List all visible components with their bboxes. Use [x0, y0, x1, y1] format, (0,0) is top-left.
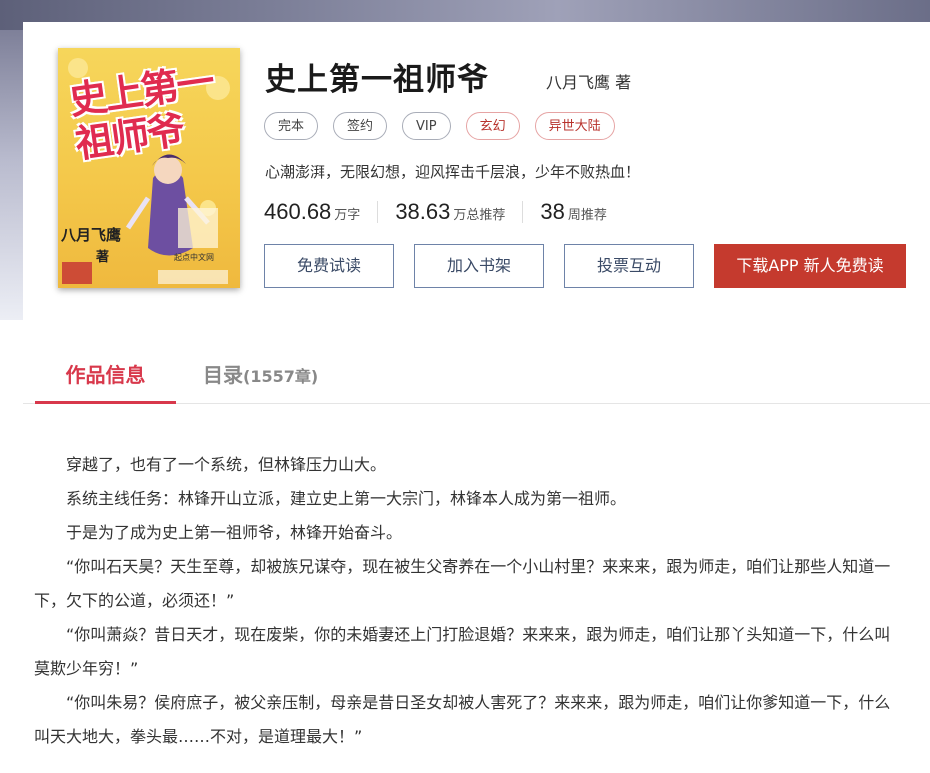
download-app-button[interactable]: 下载APP 新人免费读	[714, 244, 906, 288]
cover-publisher-art: 起点中文网	[174, 253, 214, 262]
tab-work-info[interactable]: 作品信息	[35, 347, 176, 404]
book-cover[interactable]: 史上第一祖师爷 八月飞鹰 著 起点中文网	[58, 48, 240, 288]
tag-list: 完本 签约 VIP 玄幻 异世大陆	[264, 112, 615, 140]
tag-signed: 签约	[333, 112, 388, 140]
book-description: 穿越了，也有了一个系统，但林锋压力山大。 系统主线任务：林锋开山立派，建立史上第…	[34, 448, 904, 754]
side-banner	[0, 30, 23, 320]
description-paragraph: “你叫朱易？侯府庶子，被父亲压制，母亲是昔日圣女却被人害死了？来来来，跟为师走，…	[34, 693, 891, 746]
tag-subcategory[interactable]: 异世大陆	[534, 112, 615, 140]
book-stats: 460.68 万字 38.63 万总推荐 38 周推荐	[264, 199, 607, 225]
tag-category[interactable]: 玄幻	[465, 112, 520, 140]
book-author[interactable]: 八月飞鹰 著	[546, 69, 631, 93]
action-bar: 免费试读 加入书架 投票互动 下载APP 新人免费读	[264, 244, 906, 288]
tab-toc-count: (1557章)	[243, 367, 319, 386]
description-paragraph: “你叫石天昊？天生至尊，却被族兄谋夺，现在被生父寄养在一个小山村里？来来来，跟为…	[34, 557, 891, 610]
tab-bar: 作品信息 目录(1557章)	[23, 347, 930, 404]
cover-zhu-art: 著	[96, 250, 110, 265]
description-paragraph: 穿越了，也有了一个系统，但林锋压力山大。	[66, 455, 387, 474]
stat-unit: 万字	[334, 208, 361, 223]
book-intro: 心潮澎湃，无限幻想，迎风挥击千层浪，少年不败热血！	[265, 163, 641, 181]
book-page: 史上第一祖师爷 八月飞鹰 著 起点中文网 史上第一祖师爷 八月飞鹰 著 完本 签…	[23, 22, 930, 773]
description-paragraph: “你叫萧焱？昔日天才，现在废柴，你的未婚妻还上门打脸退婚？来来来，跟为师走，咱们…	[34, 625, 891, 678]
stat-week-recommend: 38 周推荐	[540, 199, 607, 225]
description-paragraph: 系统主线任务：林锋开山立派，建立史上第一大宗门，林锋本人成为第一祖师。	[66, 489, 627, 508]
stat-value: 38	[540, 199, 565, 224]
stat-value: 460.68	[264, 199, 332, 224]
book-title: 史上第一祖师爷	[265, 62, 489, 98]
stat-unit: 万总推荐	[453, 208, 506, 223]
tag-vip: VIP	[402, 112, 451, 140]
free-read-button[interactable]: 免费试读	[264, 244, 394, 288]
stat-divider	[522, 201, 524, 223]
tab-toc-label: 目录	[203, 363, 243, 387]
tag-status: 完本	[264, 112, 319, 140]
cover-author-art: 八月飞鹰	[61, 226, 122, 244]
stat-unit: 周推荐	[567, 208, 607, 223]
tab-table-of-contents[interactable]: 目录(1557章)	[203, 347, 318, 403]
description-paragraph: 于是为了成为史上第一祖师爷，林锋开始奋斗。	[66, 523, 403, 542]
stat-value: 38.63	[395, 199, 451, 224]
add-to-shelf-button[interactable]: 加入书架	[414, 244, 544, 288]
stat-word-count: 460.68 万字	[264, 199, 360, 225]
stat-divider	[377, 201, 379, 223]
vote-button[interactable]: 投票互动	[564, 244, 694, 288]
stat-total-recommend: 38.63 万总推荐	[395, 199, 505, 225]
